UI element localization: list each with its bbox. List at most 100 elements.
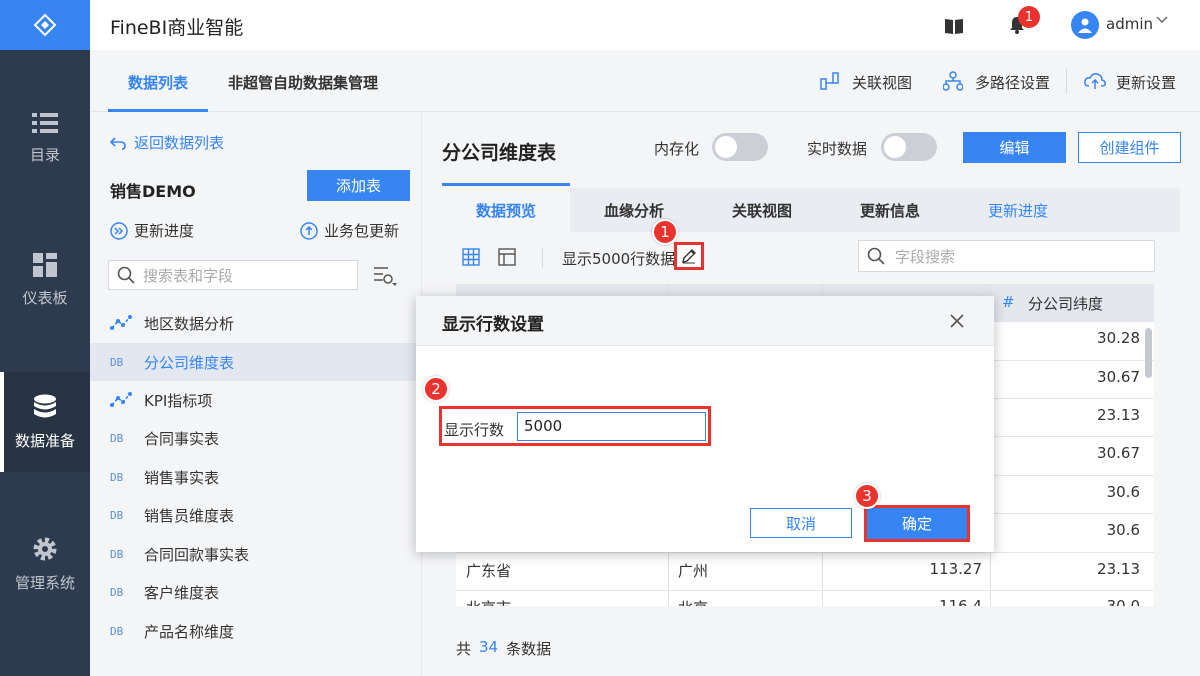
- analysis-icon: [110, 392, 132, 407]
- grid-view-icon[interactable]: [460, 246, 482, 268]
- package-update-link[interactable]: 业务包更新: [300, 220, 399, 241]
- rail-item-catalog[interactable]: 目录: [0, 88, 90, 188]
- edit-rows-pencil-icon[interactable]: [674, 242, 704, 270]
- back-link[interactable]: 返回数据列表: [110, 132, 224, 153]
- table-list-item[interactable]: DB 分公司维度表: [90, 343, 422, 381]
- tab-update-info[interactable]: 更新信息: [826, 188, 954, 232]
- search-placeholder: 搜索表和字段: [143, 266, 234, 285]
- table-name: KPI指标项: [144, 391, 213, 410]
- edit-button[interactable]: 编辑: [963, 132, 1066, 163]
- username[interactable]: admin: [1106, 15, 1153, 33]
- add-table-button[interactable]: 添加表: [307, 170, 410, 201]
- step-marker-3: 3: [854, 483, 880, 509]
- step-marker-2: 2: [423, 376, 449, 402]
- logo[interactable]: [0, 0, 90, 50]
- number-type-icon: #: [1002, 293, 1015, 311]
- subtab-bar: 数据预览 血缘分析 关联视图 更新信息 更新进度: [442, 188, 1180, 232]
- scrollbar[interactable]: [1145, 328, 1152, 378]
- create-component-button[interactable]: 创建组件: [1078, 132, 1181, 163]
- rail-item-admin[interactable]: 管理系统: [0, 514, 90, 614]
- tab-update-progress[interactable]: 更新进度: [954, 188, 1082, 232]
- table-cell: 30.67: [1097, 368, 1140, 386]
- relation-view-icon[interactable]: [820, 70, 840, 92]
- table-list-item[interactable]: DB 销售员维度表: [90, 496, 422, 534]
- db-icon: DB: [110, 508, 124, 522]
- table-name: 产品名称维度: [144, 622, 235, 641]
- notification-badge: 1: [1018, 6, 1040, 28]
- db-icon: DB: [110, 431, 124, 445]
- close-icon[interactable]: [946, 310, 968, 332]
- tab-data-list[interactable]: 数据列表: [128, 72, 188, 93]
- footer-suffix: 条数据: [506, 640, 552, 658]
- multipath-label[interactable]: 多路径设置: [975, 72, 1050, 93]
- table-cell: 30.6: [1106, 521, 1140, 539]
- table-list-item[interactable]: DB 销售事实表: [90, 458, 422, 496]
- table-name: 分公司维度表: [144, 353, 235, 372]
- table-name: 客户维度表: [144, 583, 220, 602]
- title-underline: [442, 183, 570, 186]
- table-list-item[interactable]: DB 合同回款事实表: [90, 535, 422, 573]
- filter-settings-icon[interactable]: [372, 264, 398, 288]
- update-settings-label[interactable]: 更新设置: [1116, 72, 1176, 93]
- divider: [542, 248, 543, 268]
- chevron-down-icon[interactable]: [1155, 12, 1169, 30]
- tab-self-service[interactable]: 非超管自助数据集管理: [228, 72, 378, 93]
- table-list-item[interactable]: DB 客户维度表: [90, 573, 422, 611]
- avatar[interactable]: [1071, 11, 1099, 39]
- rail-item-data-prep[interactable]: 数据准备: [0, 372, 90, 472]
- in-memory-toggle[interactable]: [712, 133, 768, 161]
- table-cell: 30.67: [1097, 444, 1140, 462]
- realtime-label: 实时数据: [807, 140, 868, 158]
- relation-view-label[interactable]: 关联视图: [852, 72, 912, 93]
- field-search-input[interactable]: 字段搜索: [858, 240, 1155, 272]
- back-arrow-icon: [110, 136, 126, 150]
- table-cell: 北京: [678, 597, 708, 606]
- row-count-dialog: 显示行数设置 显示行数 5000 取消 确定: [416, 296, 994, 552]
- confirm-button[interactable]: 确定: [867, 508, 967, 539]
- gear-icon: [33, 537, 57, 560]
- search-icon: [117, 266, 135, 284]
- column-header[interactable]: 分公司纬度: [1028, 293, 1103, 314]
- cancel-button[interactable]: 取消: [750, 508, 852, 538]
- multipath-icon[interactable]: [942, 70, 964, 92]
- divider: [1066, 68, 1067, 94]
- table-cell: 23.13: [1097, 406, 1140, 424]
- top-bar: FineBI商业智能 1 admin: [90, 0, 1200, 50]
- table-name: 合同回款事实表: [144, 545, 250, 564]
- row-count-input[interactable]: 5000: [517, 412, 706, 441]
- db-icon: DB: [110, 470, 124, 484]
- footer-count: 共 34 条数据: [456, 638, 551, 659]
- book-icon[interactable]: [942, 14, 966, 38]
- table-cell: 广州: [678, 562, 709, 580]
- search-icon: [867, 247, 885, 265]
- table-cell: 30.0: [1106, 597, 1140, 606]
- rail-item-dashboard[interactable]: 仪表板: [0, 230, 90, 330]
- table-name: 销售员维度表: [144, 506, 235, 525]
- table-list-item[interactable]: DB 产品名称维度: [90, 612, 422, 650]
- table-cell: 116.4: [939, 597, 982, 606]
- tab-data-preview[interactable]: 数据预览: [442, 188, 570, 232]
- table-list-item[interactable]: 地区数据分析: [90, 304, 422, 342]
- update-progress-label: 更新进度: [134, 222, 195, 240]
- search-input[interactable]: 搜索表和字段: [108, 260, 358, 290]
- table-list-item[interactable]: KPI指标项: [90, 381, 422, 419]
- rows-label: 显示5000行数据: [562, 250, 676, 268]
- footer-prefix: 共: [456, 640, 472, 658]
- rail-label: 目录: [29, 145, 60, 164]
- table-cell: 北京市: [466, 597, 511, 606]
- step-marker-1: 1: [652, 219, 678, 245]
- cloud-update-icon[interactable]: [1084, 70, 1106, 92]
- list-icon: [32, 112, 58, 133]
- analysis-icon: [110, 315, 132, 330]
- table-title: 分公司维度表: [442, 142, 557, 164]
- update-progress-link[interactable]: 更新进度: [110, 220, 194, 241]
- tab-relation-view[interactable]: 关联视图: [698, 188, 826, 232]
- app-title: FineBI商业智能: [110, 17, 244, 39]
- db-icon: DB: [110, 355, 124, 369]
- realtime-toggle[interactable]: [881, 133, 937, 161]
- left-rail: 目录 仪表板 数据准备 管理系统: [0, 0, 90, 676]
- layout-view-icon[interactable]: [496, 246, 518, 268]
- table-list-item[interactable]: DB 合同事实表: [90, 419, 422, 457]
- tab-lineage[interactable]: 血缘分析: [570, 188, 698, 232]
- table-name: 地区数据分析: [144, 314, 235, 333]
